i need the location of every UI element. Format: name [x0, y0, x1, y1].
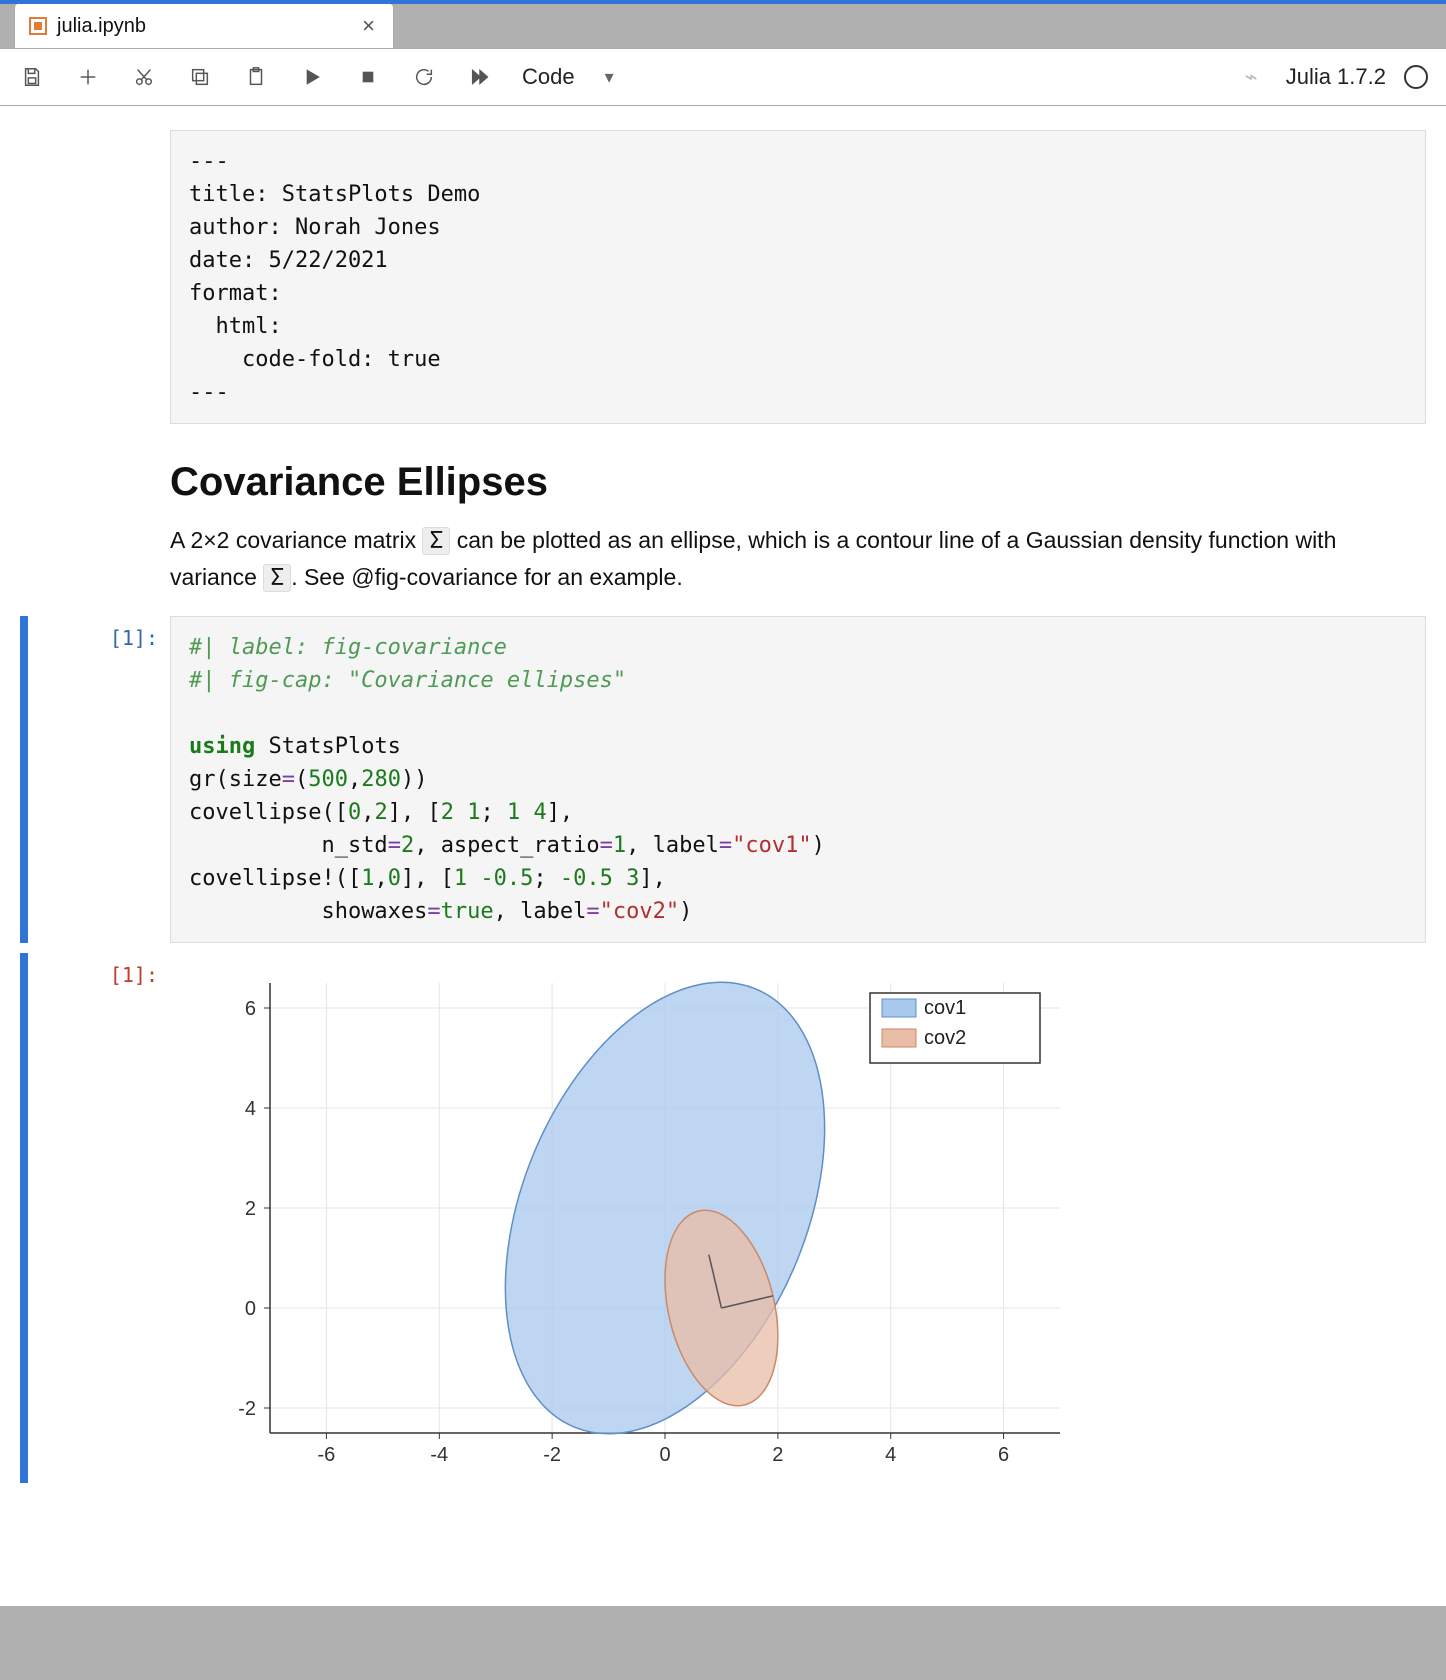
- cell-select-bar[interactable]: [20, 616, 28, 943]
- chevron-down-icon: ▾: [605, 67, 614, 88]
- md-text: A 2×2 covariance matrix: [170, 527, 422, 553]
- md-text: . See @fig-covariance for an example.: [291, 564, 683, 590]
- code-editor[interactable]: #| label: fig-covariance #| fig-cap: "Co…: [170, 616, 1426, 943]
- notebook-toolbar: Code ▾ ⌁ Julia 1.7.2: [0, 48, 1446, 106]
- svg-text:2: 2: [245, 1198, 256, 1220]
- markdown-paragraph: A 2×2 covariance matrix Σ can be plotted…: [170, 523, 1426, 596]
- raw-cell[interactable]: --- title: StatsPlots Demo author: Norah…: [20, 130, 1426, 424]
- covariance-plot: -6 -4 -2 0 2 4 6 -2 0 2 4 6 cov1 cov2: [200, 963, 1080, 1483]
- tab-filename: julia.ipynb: [57, 15, 146, 38]
- restart-button[interactable]: [410, 63, 438, 91]
- sigma-symbol: Σ: [422, 527, 450, 555]
- raw-cell-editor[interactable]: --- title: StatsPlots Demo author: Norah…: [170, 130, 1426, 424]
- markdown-cell[interactable]: Covariance Ellipses A 2×2 covariance mat…: [20, 434, 1426, 606]
- cell-type-label: Code: [522, 64, 575, 90]
- close-icon[interactable]: ×: [362, 15, 375, 37]
- sigma-symbol: Σ: [263, 564, 291, 592]
- svg-text:-6: -6: [318, 1444, 336, 1466]
- stop-button[interactable]: [354, 63, 382, 91]
- debugger-icon[interactable]: ⌁: [1244, 64, 1257, 90]
- notebook-body: --- title: StatsPlots Demo author: Norah…: [0, 106, 1446, 1606]
- output-prompt: [1]:: [70, 953, 170, 1483]
- tab-julia-notebook[interactable]: julia.ipynb ×: [14, 4, 394, 48]
- cut-button[interactable]: [130, 63, 158, 91]
- input-prompt: [1]:: [70, 616, 170, 943]
- run-all-button[interactable]: [466, 63, 494, 91]
- add-cell-button[interactable]: [74, 63, 102, 91]
- svg-text:0: 0: [659, 1444, 670, 1466]
- tab-bar: julia.ipynb ×: [0, 0, 1446, 48]
- cell-select-bar[interactable]: [20, 953, 28, 1483]
- code-cell[interactable]: [1]: #| label: fig-covariance #| fig-cap…: [20, 616, 1426, 943]
- cell-type-select[interactable]: Code ▾: [522, 64, 614, 90]
- app-window: julia.ipynb ×: [0, 0, 1446, 1606]
- svg-text:cov1: cov1: [924, 997, 966, 1019]
- kernel-status-icon: [1404, 65, 1428, 89]
- svg-text:-4: -4: [430, 1444, 448, 1466]
- kernel-indicator[interactable]: Julia 1.7.2: [1286, 64, 1428, 90]
- kernel-label: Julia 1.7.2: [1286, 64, 1386, 90]
- markdown-heading: Covariance Ellipses: [170, 460, 1426, 505]
- svg-text:-2: -2: [543, 1444, 561, 1466]
- copy-button[interactable]: [186, 63, 214, 91]
- output-cell: [1]: -6 -4 -2 0 2 4 6 -2 0 2 4 6 cov1 cov2: [20, 953, 1426, 1483]
- plot-output: -6 -4 -2 0 2 4 6 -2 0 2 4 6 cov1 cov2: [170, 953, 1426, 1483]
- svg-text:6: 6: [245, 998, 256, 1020]
- svg-text:6: 6: [998, 1444, 1009, 1466]
- svg-text:2: 2: [772, 1444, 783, 1466]
- svg-text:4: 4: [885, 1444, 896, 1466]
- notebook-icon: [29, 17, 47, 35]
- run-button[interactable]: [298, 63, 326, 91]
- svg-text:4: 4: [245, 1098, 256, 1120]
- paste-button[interactable]: [242, 63, 270, 91]
- svg-text:-2: -2: [238, 1398, 256, 1420]
- save-button[interactable]: [18, 63, 46, 91]
- svg-text:0: 0: [245, 1298, 256, 1320]
- svg-text:cov2: cov2: [924, 1027, 966, 1049]
